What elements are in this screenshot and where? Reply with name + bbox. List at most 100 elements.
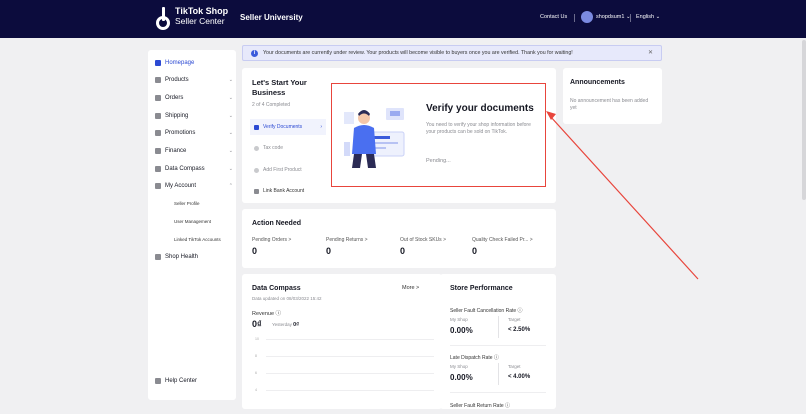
brand-name: TikTok Shop bbox=[175, 6, 229, 16]
help-icon bbox=[155, 378, 161, 384]
metric-value: 0 bbox=[472, 246, 478, 256]
truck-icon bbox=[155, 113, 161, 119]
document-icon bbox=[254, 124, 259, 130]
metric-value: 0 bbox=[326, 246, 332, 256]
sidebar-item-promotions[interactable]: Promotions ⌄ bbox=[155, 130, 233, 136]
gridline bbox=[266, 373, 434, 374]
axis-label: 10 bbox=[255, 337, 259, 341]
metric-pending-orders[interactable]: Pending Orders > 0 bbox=[252, 237, 291, 256]
axis-label: 6 bbox=[255, 371, 257, 375]
sidebar-item-label: Help Center bbox=[165, 378, 198, 384]
language-label: English bbox=[636, 14, 655, 20]
metric-return-rate-label: Seller Fault Return Rate ⓘ bbox=[450, 403, 511, 409]
metric-value: 0 bbox=[252, 246, 258, 256]
sidebar-item-finance[interactable]: Finance ⌄ bbox=[155, 148, 233, 154]
shield-icon bbox=[155, 254, 161, 260]
metric-label: Pending Orders > bbox=[252, 237, 292, 243]
announcements-empty: No announcement has been added yet bbox=[570, 98, 649, 111]
step-label: Tax code bbox=[263, 145, 284, 151]
divider bbox=[630, 14, 631, 22]
wallet-icon bbox=[155, 148, 161, 154]
verify-documents-panel[interactable]: Verify your documents You need to verify… bbox=[331, 83, 546, 187]
chevron-down-icon: ⌄ bbox=[228, 95, 233, 101]
sidebar-item-label: My Account bbox=[165, 183, 197, 189]
data-updated-text: Data updated on 08/03/2022 15:42 bbox=[252, 296, 322, 301]
data-compass-title: Data Compass bbox=[252, 285, 301, 292]
box-icon bbox=[155, 77, 161, 83]
more-link[interactable]: More > bbox=[402, 285, 419, 291]
axis-label: 4 bbox=[255, 388, 257, 392]
yesterday-revenue: Yesterday 0₫ bbox=[272, 322, 299, 328]
cancellation-rate-my-shop: 0.00% bbox=[450, 326, 473, 335]
sidebar-item-help-center[interactable]: Help Center bbox=[155, 378, 233, 384]
avatar bbox=[581, 11, 593, 23]
metric-out-of-stock[interactable]: Out of Stock SKUs > 0 bbox=[400, 237, 446, 256]
cancellation-rate-target: < 2.50% bbox=[508, 327, 531, 333]
step-add-first-product[interactable]: Add First Product bbox=[250, 162, 326, 178]
verification-illustration bbox=[344, 108, 405, 168]
step-label: Add First Product bbox=[263, 167, 302, 173]
chevron-down-icon: ⌄ bbox=[228, 77, 233, 83]
review-banner: i Your documents are currently under rev… bbox=[242, 45, 662, 61]
metric-pending-returns[interactable]: Pending Returns > 0 bbox=[326, 237, 368, 256]
top-bar: TikTok Shop Seller Center Seller Univers… bbox=[0, 0, 806, 38]
metric-cancellation-rate-label: Seller Fault Cancellation Rate ⓘ bbox=[450, 308, 523, 314]
sidebar-item-orders[interactable]: Orders ⌄ bbox=[155, 95, 233, 101]
divider bbox=[498, 363, 499, 385]
store-performance-card: Store Performance Seller Fault Cancellat… bbox=[440, 274, 556, 409]
tiktok-icon bbox=[155, 5, 171, 30]
info-icon: i bbox=[251, 49, 258, 57]
yesterday-label: Yesterday bbox=[272, 322, 292, 327]
sidebar-subitem-user-management[interactable]: User Management bbox=[174, 219, 211, 224]
onboarding-progress: 2 of 4 Completed bbox=[252, 102, 291, 108]
user-name: shopdsum1 bbox=[596, 14, 625, 20]
metric-label: Pending Returns > bbox=[326, 237, 368, 243]
chevron-down-icon: ⌄ bbox=[228, 166, 233, 172]
sidebar-item-label: Homepage bbox=[165, 60, 195, 66]
my-shop-label: My Shop bbox=[450, 364, 468, 369]
tiktok-shop-logo[interactable]: TikTok Shop Seller Center bbox=[155, 5, 229, 30]
announcements-title: Announcements bbox=[570, 79, 625, 86]
contact-us-link[interactable]: Contact Us bbox=[540, 14, 567, 20]
verify-documents-title: Verify your documents bbox=[426, 103, 534, 114]
verify-status: Pending... bbox=[426, 158, 451, 164]
revenue-value: 0₫ bbox=[252, 319, 262, 329]
divider bbox=[498, 316, 499, 338]
brand-subtitle: Seller Center bbox=[175, 16, 225, 26]
user-menu[interactable]: shopdsum1 ⌄ bbox=[581, 11, 631, 23]
step-verify-documents[interactable]: Verify Documents › bbox=[250, 119, 326, 135]
language-selector[interactable]: English ⌄ bbox=[636, 14, 660, 20]
late-dispatch-target: < 4.00% bbox=[508, 374, 531, 380]
metric-late-dispatch-label: Late Dispatch Rate ⓘ bbox=[450, 355, 499, 361]
sidebar-subitem-linked-tiktok-accounts[interactable]: Linked TikTok Accounts bbox=[174, 237, 221, 242]
step-tax-code[interactable]: Tax code bbox=[250, 140, 326, 156]
target-label: Target bbox=[508, 364, 521, 369]
sidebar-item-data-compass[interactable]: Data Compass ⌄ bbox=[155, 166, 233, 172]
sidebar-subitem-seller-profile[interactable]: Seller Profile bbox=[174, 201, 200, 206]
home-icon bbox=[155, 60, 161, 66]
scrollbar[interactable] bbox=[802, 40, 806, 200]
sidebar-item-my-account[interactable]: My Account ⌃ bbox=[155, 183, 233, 189]
metric-label: Quality Check Failed Pr... > bbox=[472, 237, 533, 243]
sidebar-item-label: Data Compass bbox=[165, 166, 205, 172]
sidebar-item-label: Products bbox=[165, 77, 189, 83]
step-label: Link Bank Account bbox=[263, 188, 305, 194]
sidebar-item-homepage[interactable]: Homepage bbox=[155, 60, 233, 66]
chevron-down-icon: ⌄ bbox=[228, 148, 233, 154]
chevron-down-icon: ⌄ bbox=[228, 113, 233, 119]
pending-icon bbox=[254, 167, 259, 173]
sidebar-item-shop-health[interactable]: Shop Health bbox=[155, 254, 233, 260]
seller-university-link[interactable]: Seller University bbox=[240, 13, 303, 22]
sidebar-item-shipping[interactable]: Shipping ⌄ bbox=[155, 113, 233, 119]
revenue-label: Revenue ⓘ bbox=[252, 311, 282, 317]
metric-quality-check-failed[interactable]: Quality Check Failed Pr... > 0 bbox=[472, 237, 533, 256]
step-link-bank-account[interactable]: Link Bank Account bbox=[250, 183, 326, 199]
sidebar-item-products[interactable]: Products ⌄ bbox=[155, 77, 233, 83]
verify-documents-description: You need to verify your shop information… bbox=[426, 122, 531, 135]
yesterday-value: 0₫ bbox=[293, 322, 300, 328]
chevron-down-icon: ⌄ bbox=[228, 130, 233, 136]
close-icon[interactable]: ✕ bbox=[648, 49, 653, 56]
sidebar-item-label: Shop Health bbox=[165, 254, 199, 260]
percent-icon bbox=[155, 130, 161, 136]
metric-label: Out of Stock SKUs > bbox=[400, 237, 446, 243]
